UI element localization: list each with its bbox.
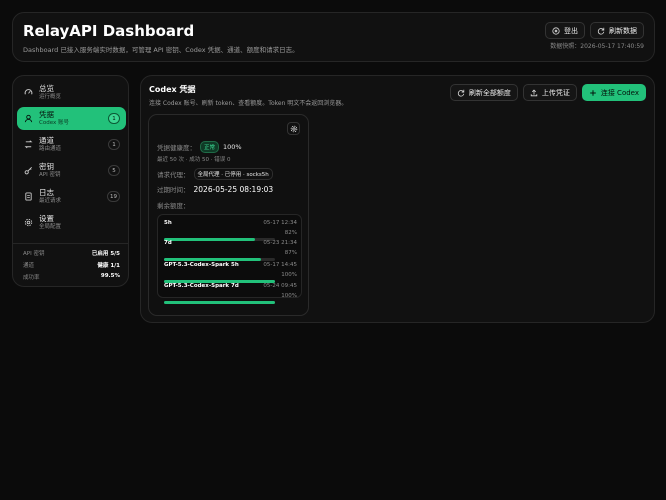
gear-icon [290, 125, 297, 132]
sidebar-divider [13, 243, 128, 244]
sidebar-item-label: 密钥 [39, 162, 54, 172]
sidebar-item-label: 凭据 [39, 110, 54, 120]
logout-button[interactable]: 登出 [545, 22, 585, 39]
header-card: RelayAPI Dashboard Dashboard 已接入服务端实时数据，… [12, 12, 655, 62]
page-title: RelayAPI Dashboard [23, 22, 195, 40]
sidebar: 总览 运行概览 凭据 Codex 账号 1 通道 路由通道 1 密钥 API 密钥 5 … [12, 75, 129, 287]
sidebar-item-logs[interactable]: 日志 最近请求 19 [17, 185, 126, 208]
sidebar-item-keys[interactable]: 密钥 API 密钥 5 [17, 159, 126, 182]
route-icon [23, 140, 33, 150]
quota-item: GPT-5.3-Codex-Spark 7d 05-24 09:45 100% [164, 283, 297, 308]
key-icon [23, 166, 33, 176]
gauge-icon [23, 88, 33, 98]
health-pct: 100% [223, 143, 242, 151]
doc-icon [23, 192, 33, 202]
health-row: 凭据健康度： 正常 100% [157, 141, 242, 153]
count-badge: 5 [108, 165, 120, 176]
sidebar-item-credentials[interactable]: 凭据 Codex 账号 1 [17, 107, 126, 130]
refresh-icon [597, 27, 605, 35]
expire-row: 过期时间： 2026-05-25 08:19:03 [157, 184, 274, 195]
upload-icon [530, 89, 538, 96]
sidebar-item-sub: 路由通道 [39, 145, 62, 152]
gear-icon [23, 218, 33, 228]
section-title: Codex 凭据 [149, 85, 196, 94]
proxy-value: 全局代理 · 已停用 · socks5h [193, 168, 273, 180]
sidebar-item-sub: 运行概览 [39, 93, 62, 100]
health-badge: 正常 [200, 141, 220, 153]
refresh-data-label: 刷新数据 [609, 26, 637, 35]
section-subtitle: 连接 Codex 账号、刷新 token、查看额度。Token 明文不会返回浏览… [149, 100, 348, 107]
stat-api-keys: API 密钥 已启用 5/5 [23, 251, 120, 257]
connect-codex-button[interactable]: 连接 Codex [581, 84, 646, 101]
quota-fill [164, 258, 261, 261]
plus-icon [590, 89, 596, 96]
quota-bar [164, 258, 275, 261]
refresh-icon [457, 89, 465, 97]
sidebar-item-channels[interactable]: 通道 路由通道 1 [17, 133, 126, 156]
count-badge: 19 [107, 191, 120, 202]
stat-channels: 通道 健康 1/1 [23, 263, 120, 269]
credential-settings-button[interactable] [287, 122, 300, 135]
page-subtitle: Dashboard 已接入服务端实时数据，可管理 API 密钥、Codex 凭据… [23, 46, 299, 54]
logout-label: 登出 [564, 26, 578, 35]
sidebar-item-settings[interactable]: 设置 全局配置 [17, 211, 126, 234]
sidebar-item-label: 通道 [39, 136, 54, 146]
quota-fill [164, 301, 275, 304]
sidebar-item-label: 设置 [39, 214, 54, 224]
credential-card: 凭据健康度： 正常 100% 最近 50 次 · 成功 50 · 错误 0 请求… [148, 114, 309, 316]
sidebar-item-overview[interactable]: 总览 运行概览 [17, 81, 126, 104]
sidebar-item-label: 日志 [39, 188, 54, 198]
refresh-all-label: 刷新全部额度 [468, 88, 511, 97]
sidebar-item-sub: 全局配置 [39, 223, 62, 230]
refresh-data-button[interactable]: 刷新数据 [590, 22, 644, 39]
sidebar-item-sub: 最近请求 [39, 197, 62, 204]
quota-label: 剩余额度： [157, 202, 190, 210]
upload-label: 上传凭证 [541, 88, 570, 97]
sidebar-item-sub: Codex 账号 [39, 119, 69, 126]
stat-success-rate: 成功率 99.5% [23, 273, 120, 281]
connect-label: 连接 Codex [600, 88, 639, 97]
count-badge: 1 [108, 139, 120, 150]
expire-value: 2026-05-25 08:19:03 [193, 184, 274, 194]
quota-list: 5h 05-17 12:34 82% 7d 05-23 21:34 87% GPT-… [157, 214, 302, 304]
sidebar-item-sub: API 密钥 [39, 171, 61, 178]
refresh-all-quota-button[interactable]: 刷新全部额度 [449, 84, 518, 101]
proxy-row: 请求代理： 全局代理 · 已停用 · socks5h [157, 168, 273, 180]
recent-stats: 最近 50 次 · 成功 50 · 错误 0 [157, 157, 231, 163]
count-badge: 1 [108, 113, 120, 124]
upload-credential-button[interactable]: 上传凭证 [522, 84, 577, 101]
logout-icon [552, 26, 560, 35]
user-icon [23, 114, 33, 124]
snapshot-time: 数据快照：2026-05-17 17:40:59 [550, 43, 644, 50]
quota-bar [164, 301, 275, 304]
sidebar-item-label: 总览 [39, 84, 54, 94]
